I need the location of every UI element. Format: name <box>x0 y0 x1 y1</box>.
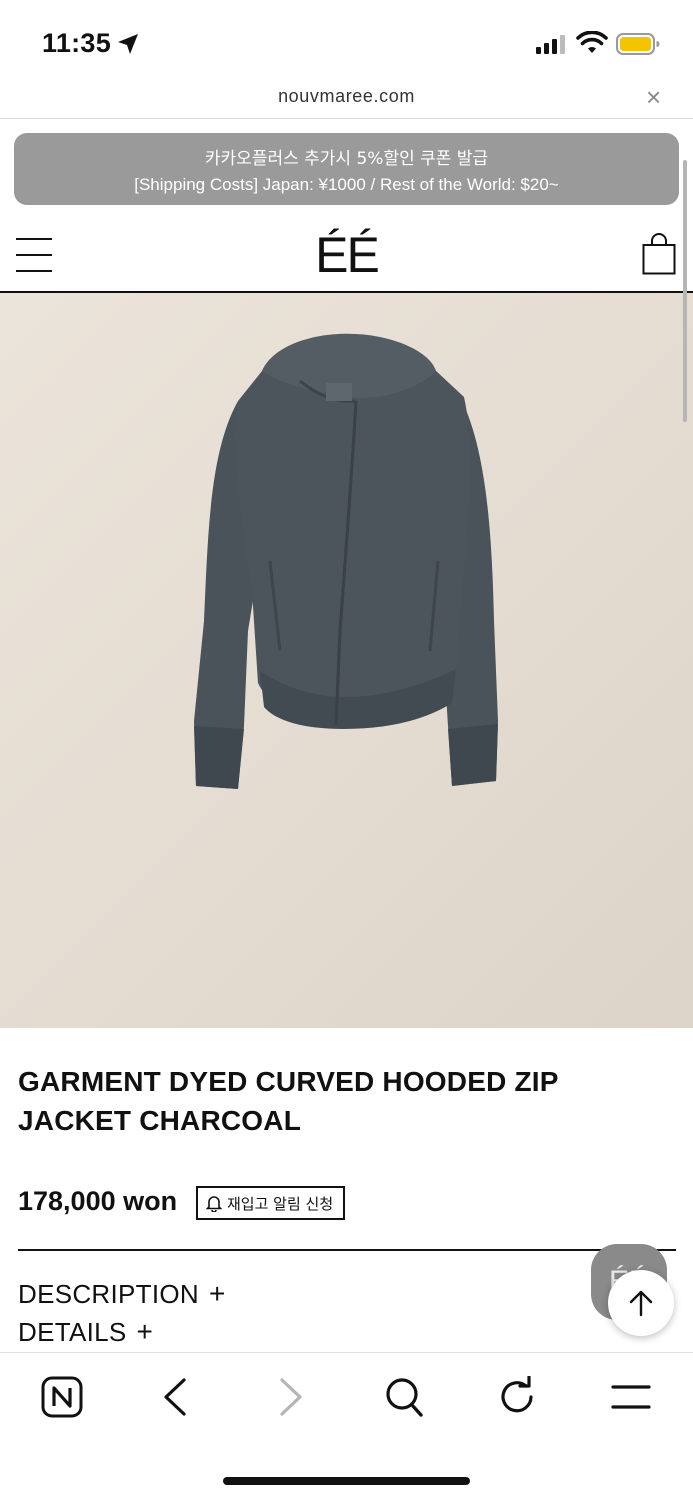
wifi-icon <box>576 31 608 53</box>
details-label: DETAILS <box>18 1317 127 1347</box>
banner-coupon-text: 카카오플러스 추가시 5%할인 쿠폰 발급 <box>204 149 489 169</box>
cellular-signal-icon <box>536 35 565 54</box>
page-scrollbar[interactable] <box>683 160 687 422</box>
description-toggle[interactable]: DESCRIPTION + <box>18 1278 226 1310</box>
home-indicator[interactable] <box>223 1477 470 1485</box>
details-toggle[interactable]: DETAILS + <box>18 1316 153 1348</box>
search-icon[interactable] <box>384 1376 424 1418</box>
status-time: 11:35 <box>42 28 112 58</box>
plus-icon: + <box>208 1278 226 1309</box>
divider <box>18 1249 676 1251</box>
arrow-up-icon <box>629 1290 653 1317</box>
scroll-to-top-button[interactable] <box>608 1270 674 1336</box>
plus-icon: + <box>136 1316 154 1347</box>
product-image[interactable] <box>0 293 693 1028</box>
naver-icon[interactable] <box>41 1376 83 1418</box>
back-icon[interactable] <box>160 1376 190 1418</box>
product-title: GARMENT DYED CURVED HOODED ZIP JACKET CH… <box>18 1066 559 1136</box>
promo-banner[interactable]: 카카오플러스 추가시 5%할인 쿠폰 발급 [Shipping Costs] J… <box>14 133 679 205</box>
shopping-bag-icon[interactable] <box>642 233 676 275</box>
bell-icon <box>206 1196 222 1212</box>
product-price: 178,000 won <box>18 1186 178 1216</box>
description-label: DESCRIPTION <box>18 1279 199 1309</box>
close-icon[interactable]: × <box>646 84 661 110</box>
battery-icon <box>616 33 660 55</box>
hooded-zip-jacket-image <box>194 333 498 789</box>
refresh-icon[interactable] <box>498 1376 538 1418</box>
url-address[interactable]: nouvmaree.com <box>0 86 693 107</box>
menu-icon[interactable] <box>610 1376 652 1418</box>
banner-shipping-text: [Shipping Costs] Japan: ¥1000 / Rest of … <box>134 175 559 194</box>
restock-alert-label: 재입고 알림 신청 <box>227 1194 334 1213</box>
divider <box>0 118 693 119</box>
forward-icon[interactable] <box>276 1376 306 1418</box>
restock-alert-button[interactable]: 재입고 알림 신청 <box>196 1186 346 1220</box>
location-arrow-icon <box>118 34 138 54</box>
site-logo[interactable]: ÉÉ <box>0 226 693 284</box>
